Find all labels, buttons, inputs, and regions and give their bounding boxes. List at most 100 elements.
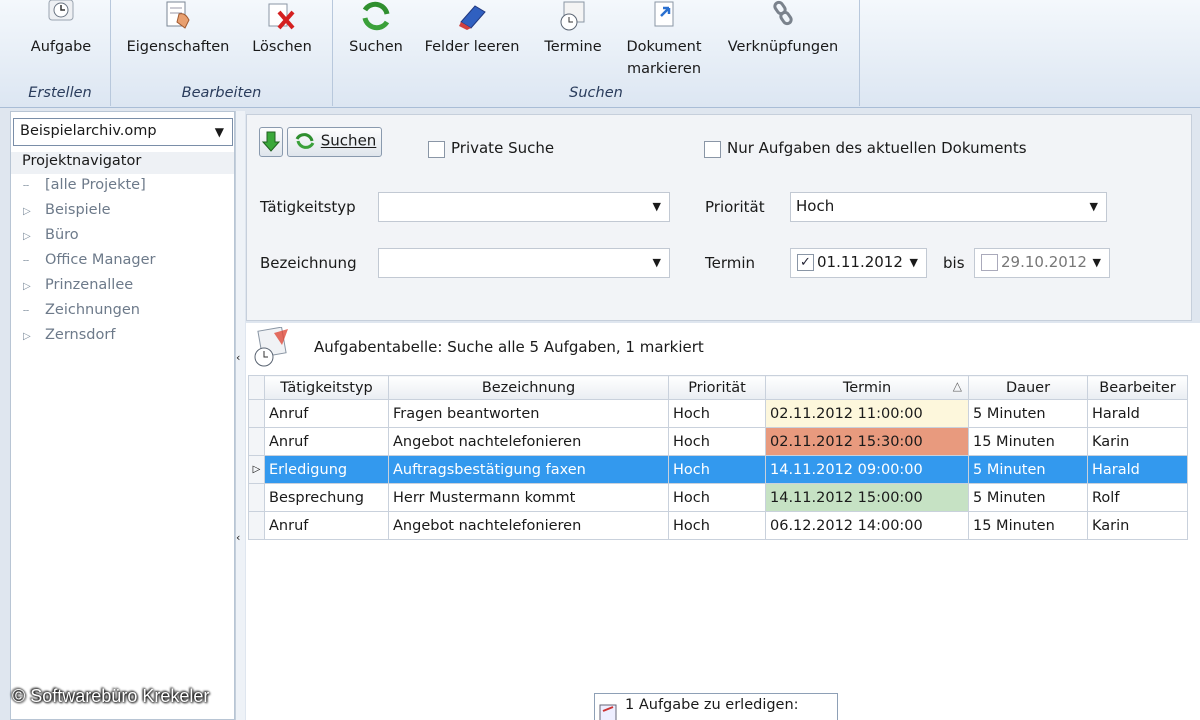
delete-x-icon: [265, 0, 299, 36]
prioritaet-value: Hoch: [796, 197, 835, 215]
taetigkeitstyp-dropdown[interactable]: ▼: [378, 192, 670, 222]
tree-item-label: [alle Projekte]: [45, 177, 146, 193]
collapse-left-icon-2[interactable]: ‹: [236, 531, 240, 544]
ribbon-group-erstellen: Aufgabe Erstellen: [10, 0, 111, 106]
cell-termin: 06.12.2012 14:00:00: [765, 511, 969, 540]
termin-from-picker[interactable]: ✓ 01.11.2012 ▼: [790, 248, 927, 278]
down-arrow-button[interactable]: [259, 127, 283, 157]
eigenschaften-button[interactable]: Eigenschaften: [123, 0, 233, 58]
expand-arrow-icon[interactable]: ▷: [23, 226, 45, 248]
table-row[interactable]: Anruf Angebot nachtelefonieren Hoch 06.12.2…: [248, 511, 1188, 540]
project-navigator-panel: Beispielarchiv.omp ▼ Projektnavigator ┄ […: [10, 111, 235, 720]
cell-bezeichnung: Fragen beantworten: [388, 399, 669, 428]
termin-to-value: 29.10.2012: [1001, 253, 1087, 271]
column-header-bezeichnung[interactable]: Bezeichnung: [388, 375, 669, 400]
bis-label: bis: [943, 254, 965, 272]
cell-bezeichnung: Herr Mustermann kommt: [388, 483, 669, 512]
tree-item-alle-projekte[interactable]: ┄ [alle Projekte]: [23, 174, 146, 196]
task-table-area: Aufgabentabelle: Suche alle 5 Aufgaben, …: [246, 323, 1200, 720]
bezeichnung-dropdown[interactable]: ▼: [378, 248, 670, 278]
task-notification-popup[interactable]: 1 Aufgabe zu erledigen:: [594, 693, 838, 720]
cell-bearbeiter: Rolf: [1087, 483, 1188, 512]
chevron-down-icon: ▼: [652, 200, 661, 213]
suchen-button[interactable]: Suchen: [287, 127, 382, 157]
tree-item-label: Zeichnungen: [45, 302, 140, 318]
aufgabe-button[interactable]: Aufgabe: [20, 0, 102, 58]
column-header-bearbeiter[interactable]: Bearbeiter: [1087, 375, 1188, 400]
termin-from-checkbox[interactable]: ✓: [797, 254, 814, 271]
column-header-taetigkeitstyp[interactable]: Tätigkeitstyp: [264, 375, 389, 400]
suchen-button-label: Suchen: [320, 131, 377, 150]
row-header[interactable]: [248, 399, 265, 428]
tree-item-zernsdorf[interactable]: ▷ Zernsdorf: [23, 324, 115, 346]
verknuepfungen-button[interactable]: Verknüpfungen: [723, 0, 843, 58]
cell-dauer: 5 Minuten: [968, 399, 1088, 428]
row-header[interactable]: [248, 427, 265, 456]
row-header[interactable]: [248, 511, 265, 540]
chevron-down-icon: ▼: [214, 125, 224, 139]
tree-item-prinzenallee[interactable]: ▷ Prinzenallee: [23, 274, 133, 296]
table-row[interactable]: Anruf Angebot nachtelefonieren Hoch 02.11.2…: [248, 427, 1188, 456]
private-suche-checkbox[interactable]: [428, 141, 445, 158]
termin-to-checkbox[interactable]: [981, 254, 998, 271]
table-row[interactable]: ▷ Erledigung Auftragsbestätigung faxen Hoch…: [248, 455, 1188, 484]
termin-from-value: 01.11.2012: [817, 253, 903, 271]
navigator-title: Projektnavigator: [11, 152, 234, 174]
tree-item-buero[interactable]: ▷ Büro: [23, 224, 79, 246]
loeschen-label: Löschen: [252, 39, 312, 55]
chevron-down-icon: ▼: [1092, 256, 1101, 269]
sort-ascending-icon: △: [952, 379, 962, 393]
properties-hand-icon: [161, 0, 195, 36]
felder-leeren-label: Felder leeren: [424, 39, 520, 55]
tree-item-office-manager[interactable]: ┄ Office Manager: [23, 249, 156, 271]
cell-prioritaet: Hoch: [668, 427, 766, 456]
tree-item-label: Beispiele: [45, 202, 111, 218]
collapse-left-icon[interactable]: ‹: [236, 351, 240, 364]
termin-label: Termin: [705, 254, 756, 272]
prioritaet-dropdown[interactable]: Hoch ▼: [790, 192, 1107, 222]
group-label-suchen: Suchen: [569, 85, 623, 101]
expand-arrow-icon[interactable]: ▷: [23, 326, 45, 348]
column-header-termin[interactable]: Termin △: [765, 375, 969, 400]
tree-line-icon: ┄: [23, 181, 30, 192]
panel-splitter[interactable]: ‹ ‹: [235, 111, 245, 720]
current-document-checkbox[interactable]: [704, 141, 721, 158]
tree-item-beispiele[interactable]: ▷ Beispiele: [23, 199, 111, 221]
cell-taetigkeitstyp: Anruf: [264, 427, 389, 456]
verknuepfungen-label: Verknüpfungen: [727, 39, 839, 55]
cell-termin: 02.11.2012 15:30:00: [765, 427, 969, 456]
table-header-row: Tätigkeitstyp Bezeichnung Priorität Term…: [248, 375, 1188, 400]
eigenschaften-label: Eigenschaften: [126, 39, 230, 55]
current-row-indicator-icon[interactable]: ▷: [248, 455, 265, 484]
ribbon-group-suchen: Suchen Felder leeren Termine Dokument mar…: [333, 0, 860, 106]
taetigkeitstyp-label: Tätigkeitstyp: [260, 198, 356, 216]
task-table-header: Aufgabentabelle: Suche alle 5 Aufgaben, …: [246, 323, 1200, 373]
termine-button[interactable]: Termine: [539, 0, 607, 58]
tree-item-label: Office Manager: [45, 252, 156, 268]
suchen-ribbon-button[interactable]: Suchen: [345, 0, 407, 58]
cell-bearbeiter: Karin: [1087, 511, 1188, 540]
column-header-dauer[interactable]: Dauer: [968, 375, 1088, 400]
expand-arrow-icon[interactable]: ▷: [23, 201, 45, 223]
felder-leeren-button[interactable]: Felder leeren: [423, 0, 521, 58]
table-row[interactable]: Anruf Fragen beantworten Hoch 02.11.2012 11…: [248, 399, 1188, 428]
search-arrows-small-icon: [295, 133, 315, 149]
expand-arrow-icon[interactable]: ▷: [23, 276, 45, 298]
chevron-down-icon: ▼: [652, 256, 661, 269]
row-header[interactable]: [248, 483, 265, 512]
cell-bezeichnung: Angebot nachtelefonieren: [388, 511, 669, 540]
calendar-clock-icon: [556, 0, 590, 36]
cell-prioritaet: Hoch: [668, 399, 766, 428]
aufgabe-label: Aufgabe: [30, 39, 92, 55]
ribbon: Aufgabe Erstellen Eigenschaften Löschen …: [0, 0, 1200, 108]
termin-to-picker[interactable]: 29.10.2012 ▼: [974, 248, 1110, 278]
column-header-prioritaet[interactable]: Priorität: [668, 375, 766, 400]
cell-termin: 14.11.2012 15:00:00: [765, 483, 969, 512]
dokument-markieren-button[interactable]: Dokument markieren: [621, 0, 707, 80]
tree-item-zeichnungen[interactable]: ┄ Zeichnungen: [23, 299, 140, 321]
group-label-erstellen: Erstellen: [28, 85, 92, 101]
loeschen-button[interactable]: Löschen: [247, 0, 317, 58]
archive-dropdown[interactable]: Beispielarchiv.omp ▼: [13, 118, 233, 146]
termin-column-label: Termin: [842, 379, 892, 396]
table-row[interactable]: Besprechung Herr Mustermann kommt Hoch 14.1…: [248, 483, 1188, 512]
